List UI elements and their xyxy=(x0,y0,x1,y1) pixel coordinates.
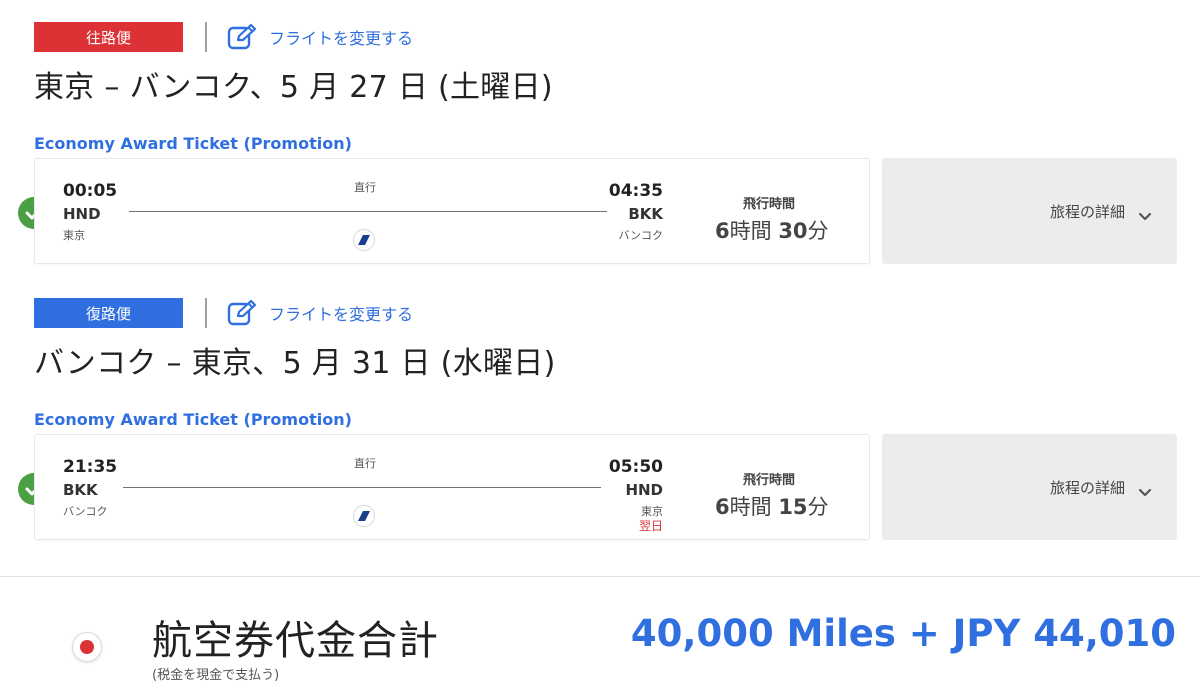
change-flight-label: フライトを変更する xyxy=(269,305,414,324)
outbound-route-title: 東京 – バンコク、5 月 27 日 (土曜日) xyxy=(34,70,553,105)
duration-value: 6時間 30分 xyxy=(715,219,829,243)
arrival-airport-code: BKK xyxy=(628,205,663,223)
departure-city: バンコク xyxy=(63,505,108,518)
departure-airport-code: BKK xyxy=(63,481,98,499)
total-amount: 40,000 Miles + JPY 44,010 xyxy=(630,612,1176,655)
arrival-time: 04:35 xyxy=(608,181,663,201)
edit-icon xyxy=(227,299,257,327)
departure-time: 21:35 xyxy=(63,457,118,477)
return-itinerary-details-toggle[interactable]: 旅程の詳細 xyxy=(882,434,1177,540)
header-separator xyxy=(205,22,207,52)
change-flight-label: フライトを変更する xyxy=(269,29,414,48)
stops-label: 直行 xyxy=(354,457,376,470)
chevron-down-icon xyxy=(1138,207,1152,221)
return-flight-card[interactable]: 21:35 BKK バンコク 直行 05:50 HND 東京 翌日 飛行時間 6… xyxy=(34,434,870,540)
total-option-radio[interactable] xyxy=(72,632,102,662)
outbound-change-flight-link[interactable]: フライトを変更する xyxy=(227,23,413,51)
itinerary-details-label: 旅程の詳細 xyxy=(1049,202,1125,221)
stops-label: 直行 xyxy=(354,181,376,194)
chevron-down-icon xyxy=(1138,483,1152,497)
return-header-row: 復路便 フライトを変更する xyxy=(34,298,413,328)
route-line xyxy=(123,487,601,488)
header-separator xyxy=(205,298,207,328)
total-subtitle: (税金を現金で支払う) xyxy=(152,668,280,683)
radio-selected-dot xyxy=(80,640,94,654)
return-section: 復路便 フライトを変更する バンコク – 東京、5 月 31 日 (水曜日) E… xyxy=(0,276,1200,552)
arrival-city: バンコク xyxy=(618,229,663,242)
outbound-flight-card[interactable]: 00:05 HND 東京 直行 04:35 BKK バンコク 飛行時間 6時間 … xyxy=(34,158,870,264)
departure-time: 00:05 xyxy=(63,181,118,201)
arrival-time: 05:50 xyxy=(608,457,663,477)
duration-value: 6時間 15分 xyxy=(715,495,829,519)
outbound-section: 往路便 フライトを変更する 東京 – バンコク、5 月 27 日 (土曜日) E… xyxy=(0,0,1200,276)
duration-label: 飛行時間 xyxy=(743,473,796,488)
return-badge: 復路便 xyxy=(34,298,183,328)
outbound-itinerary-details-toggle[interactable]: 旅程の詳細 xyxy=(882,158,1177,264)
duration-label: 飛行時間 xyxy=(743,197,796,212)
airline-logo-icon xyxy=(353,229,375,251)
departure-airport-code: HND xyxy=(63,205,101,223)
itinerary-details-label: 旅程の詳細 xyxy=(1049,478,1125,497)
route-line xyxy=(129,211,607,212)
edit-icon xyxy=(227,23,257,51)
airline-logo-icon xyxy=(353,505,375,527)
departure-city: 東京 xyxy=(63,229,85,242)
return-fare-class: Economy Award Ticket (Promotion) xyxy=(34,410,352,429)
next-day-indicator: 翌日 xyxy=(638,519,663,533)
arrival-airport-code: HND xyxy=(625,481,663,499)
return-route-title: バンコク – 東京、5 月 31 日 (水曜日) xyxy=(34,346,556,381)
return-change-flight-link[interactable]: フライトを変更する xyxy=(227,299,413,327)
outbound-header-row: 往路便 フライトを変更する xyxy=(34,22,413,52)
total-title: 航空券代金合計 xyxy=(152,618,439,664)
total-divider xyxy=(0,576,1200,577)
outbound-badge: 往路便 xyxy=(34,22,183,52)
outbound-fare-class: Economy Award Ticket (Promotion) xyxy=(34,134,352,153)
